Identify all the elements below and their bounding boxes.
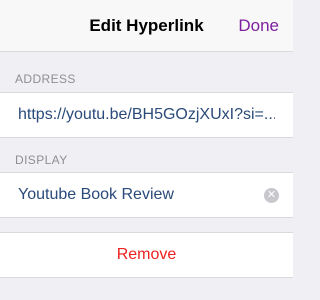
remove-button-label: Remove	[116, 246, 177, 263]
display-text-field[interactable]: Youtube Book Review ✕	[0, 172, 293, 218]
navigation-bar: Edit Hyperlink Done	[0, 0, 293, 52]
edit-hyperlink-sheet: Edit Hyperlink Done ADDRESS https://yout…	[0, 0, 293, 300]
address-section-header: ADDRESS	[15, 72, 76, 86]
done-button[interactable]: Done	[238, 16, 279, 36]
address-field-value: https://youtu.be/BH5GOzjXUxI?si=...	[18, 106, 275, 123]
display-text-field-value: Youtube Book Review	[18, 186, 174, 203]
clear-circle-icon[interactable]: ✕	[264, 188, 279, 203]
display-section-header: DISPLAY	[15, 153, 68, 167]
remove-button[interactable]: Remove	[0, 232, 293, 278]
address-field[interactable]: https://youtu.be/BH5GOzjXUxI?si=...	[0, 92, 293, 138]
